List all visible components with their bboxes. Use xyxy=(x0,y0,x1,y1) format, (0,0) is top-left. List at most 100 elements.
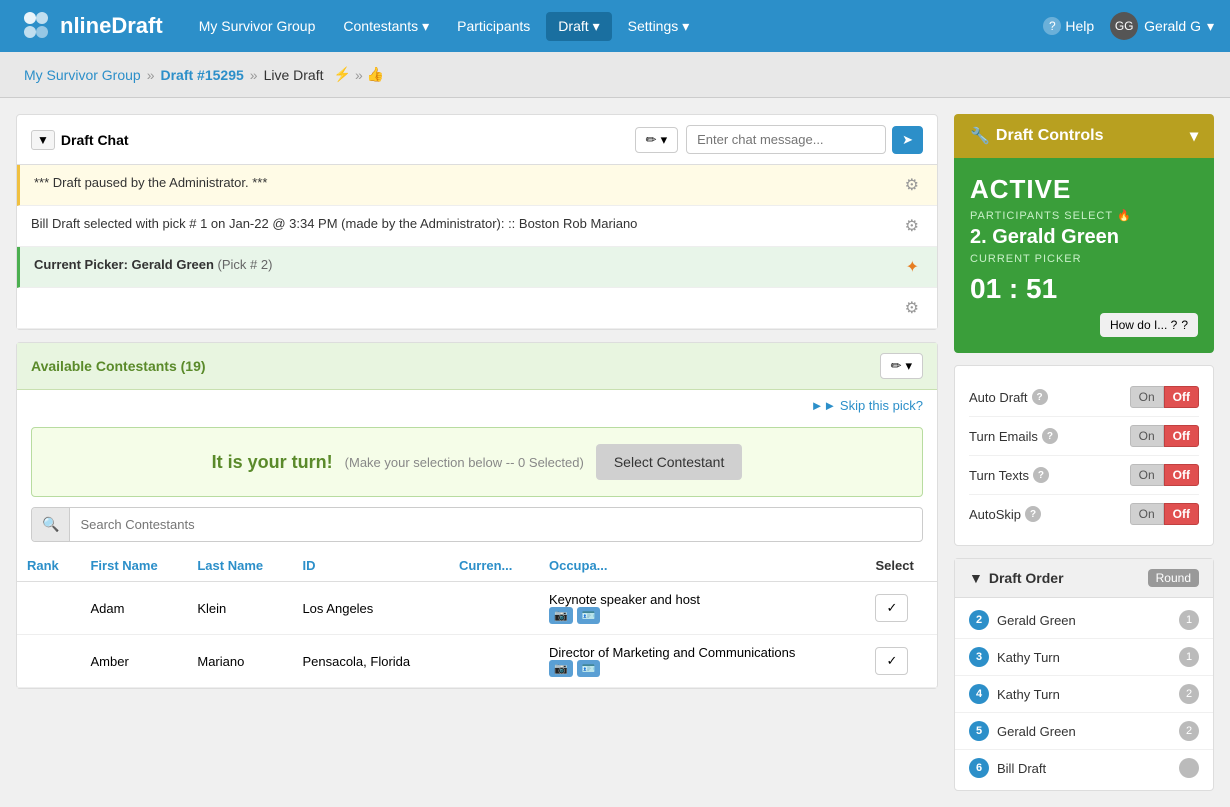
auto-draft-label: Auto Draft ? xyxy=(969,389,1048,405)
draft-controls-label: Draft Controls xyxy=(996,127,1104,145)
autoskip-off-btn[interactable]: Off xyxy=(1164,503,1199,525)
main-nav: My Survivor Group Contestants ▾ Particip… xyxy=(187,12,1044,41)
row2-media-icons: 📷 🪪 xyxy=(549,660,856,677)
draft-chat-header: ▼ Draft Chat ✏ ▾ ➤ xyxy=(17,115,937,165)
turn-emails-help[interactable]: ? xyxy=(1042,428,1058,444)
chat-toggle-arrow[interactable]: ▼ xyxy=(31,130,55,150)
right-panel: 🔧 Draft Controls ▾ ACTIVE PARTICIPANTS S… xyxy=(954,114,1214,791)
nav-my-survivor-group[interactable]: My Survivor Group xyxy=(187,12,328,40)
col-last-name[interactable]: Last Name xyxy=(187,550,292,582)
toggle-autoskip: AutoSkip ? On Off xyxy=(969,495,1199,533)
draft-order-header: ▼ Draft Order Round xyxy=(955,559,1213,598)
breadcrumb-draft[interactable]: Draft #15295 xyxy=(161,67,244,83)
skip-pick-link[interactable]: ►► Skip this pick? xyxy=(811,398,923,413)
order-num-3: 4 xyxy=(969,684,989,704)
chat-message-pick: Bill Draft selected with pick # 1 on Jan… xyxy=(17,206,937,247)
draft-order-card: ▼ Draft Order Round 2 Gerald Green 1 3 K… xyxy=(954,558,1214,791)
row1-id: Los Angeles xyxy=(292,582,448,635)
turn-texts-off-btn[interactable]: Off xyxy=(1164,464,1199,486)
row2-lastname: Mariano xyxy=(187,635,292,688)
autoskip-label: AutoSkip ? xyxy=(969,506,1041,522)
draft-order-item-4: 5 Gerald Green 2 xyxy=(955,713,1213,750)
order-round-1: 1 xyxy=(1179,610,1199,630)
table-head: Rank First Name Last Name ID Curren... O… xyxy=(17,550,937,582)
table-body: Adam Klein Los Angeles Keynote speaker a… xyxy=(17,582,937,688)
row1-firstname: Adam xyxy=(80,582,187,635)
row1-check-button[interactable]: ✓ xyxy=(875,594,908,622)
logo-text: nlineDraft xyxy=(60,13,163,39)
nav-draft[interactable]: Draft ▾ xyxy=(546,12,611,41)
chat-tools: ✏ ▾ ➤ xyxy=(635,125,923,154)
pencil-button[interactable]: ✏ ▾ xyxy=(635,127,678,153)
turn-texts-help[interactable]: ? xyxy=(1033,467,1049,483)
col-current[interactable]: Curren... xyxy=(449,550,539,582)
arrow-icon: » xyxy=(355,67,363,83)
auto-draft-toggle: On Off xyxy=(1130,386,1199,408)
wrench-icon: 🔧 xyxy=(970,126,990,146)
auto-draft-help[interactable]: ? xyxy=(1032,389,1048,405)
draft-chat-label: Draft Chat xyxy=(61,132,129,148)
search-icon-button[interactable]: 🔍 xyxy=(32,508,70,541)
user-menu[interactable]: GG Gerald G ▾ xyxy=(1110,12,1214,40)
auto-draft-off-btn[interactable]: Off xyxy=(1164,386,1199,408)
send-button[interactable]: ➤ xyxy=(892,126,923,154)
card-icon[interactable]: 🪪 xyxy=(577,607,601,624)
breadcrumb-sep-2: » xyxy=(250,67,258,83)
card-icon-2[interactable]: 🪪 xyxy=(577,660,601,677)
draft-order-toggle-arrow[interactable]: ▼ xyxy=(969,570,983,586)
search-contestants-input[interactable] xyxy=(70,509,922,540)
draft-order-item-3: 4 Kathy Turn 2 xyxy=(955,676,1213,713)
chat-plain-gear[interactable]: ⚙ xyxy=(901,298,923,318)
turn-texts-on-btn[interactable]: On xyxy=(1130,464,1164,486)
col-id[interactable]: ID xyxy=(292,550,448,582)
logo[interactable]: nlineDraft xyxy=(16,6,163,46)
breadcrumb: My Survivor Group » Draft #15295 » Live … xyxy=(0,52,1230,98)
fire-icon: 🔥 xyxy=(1117,209,1132,222)
turn-emails-on-btn[interactable]: On xyxy=(1130,425,1164,447)
chat-input[interactable] xyxy=(686,125,886,154)
breadcrumb-home[interactable]: My Survivor Group xyxy=(24,67,141,83)
thumbs-up-icon[interactable]: 👍 xyxy=(367,66,384,83)
camera-icon-2[interactable]: 📷 xyxy=(549,660,573,677)
order-name-2: Kathy Turn xyxy=(997,650,1060,665)
turn-emails-toggle: On Off xyxy=(1130,425,1199,447)
chat-picker-star[interactable]: ✦ xyxy=(902,257,923,277)
order-num-5: 6 xyxy=(969,758,989,778)
current-picker-name: 2. Gerald Green xyxy=(970,226,1198,249)
autoskip-help[interactable]: ? xyxy=(1025,506,1041,522)
col-select: Select xyxy=(865,550,937,582)
toggle-turn-texts: Turn Texts ? On Off xyxy=(969,456,1199,495)
help-link[interactable]: ? Help xyxy=(1043,17,1094,35)
row2-check-button[interactable]: ✓ xyxy=(875,647,908,675)
table-row: Adam Klein Los Angeles Keynote speaker a… xyxy=(17,582,937,635)
chat-admin-gear[interactable]: ⚙ xyxy=(901,175,923,195)
col-rank[interactable]: Rank xyxy=(17,550,80,582)
lightning-icon: ⚡ xyxy=(334,66,351,83)
col-first-name[interactable]: First Name xyxy=(80,550,187,582)
select-contestant-button[interactable]: Select Contestant xyxy=(596,444,743,480)
col-occupation[interactable]: Occupa... xyxy=(539,550,866,582)
auto-draft-on-btn[interactable]: On xyxy=(1130,386,1164,408)
order-round-3: 2 xyxy=(1179,684,1199,704)
autoskip-toggle: On Off xyxy=(1130,503,1199,525)
your-turn-text: It is your turn! xyxy=(212,452,333,473)
draft-dropdown-icon: ▾ xyxy=(593,18,600,35)
how-do-i-button[interactable]: How do I... ? ? xyxy=(1100,313,1198,337)
order-name-3: Kathy Turn xyxy=(997,687,1060,702)
active-panel: ACTIVE PARTICIPANTS SELECT 🔥 2. Gerald G… xyxy=(954,158,1214,353)
row1-media-icons: 📷 🪪 xyxy=(549,607,856,624)
contestants-dropdown-icon: ▾ xyxy=(422,18,429,35)
pencil-dropdown-icon: ▾ xyxy=(661,132,668,148)
nav-settings[interactable]: Settings ▾ xyxy=(616,12,702,41)
chat-pick-gear[interactable]: ⚙ xyxy=(901,216,923,236)
contestants-edit-btn[interactable]: ✏ ▾ xyxy=(880,353,923,379)
turn-emails-off-btn[interactable]: Off xyxy=(1164,425,1199,447)
order-item-left-2: 3 Kathy Turn xyxy=(969,647,1060,667)
draft-controls-dropdown-icon[interactable]: ▾ xyxy=(1190,126,1198,146)
draft-chat-container: ▼ Draft Chat ✏ ▾ ➤ xyxy=(16,114,938,330)
nav-contestants[interactable]: Contestants ▾ xyxy=(331,12,441,41)
autoskip-on-btn[interactable]: On xyxy=(1130,503,1164,525)
camera-icon[interactable]: 📷 xyxy=(549,607,573,624)
nav-participants[interactable]: Participants xyxy=(445,12,542,40)
chat-message-plain: ⚙ xyxy=(17,288,937,329)
